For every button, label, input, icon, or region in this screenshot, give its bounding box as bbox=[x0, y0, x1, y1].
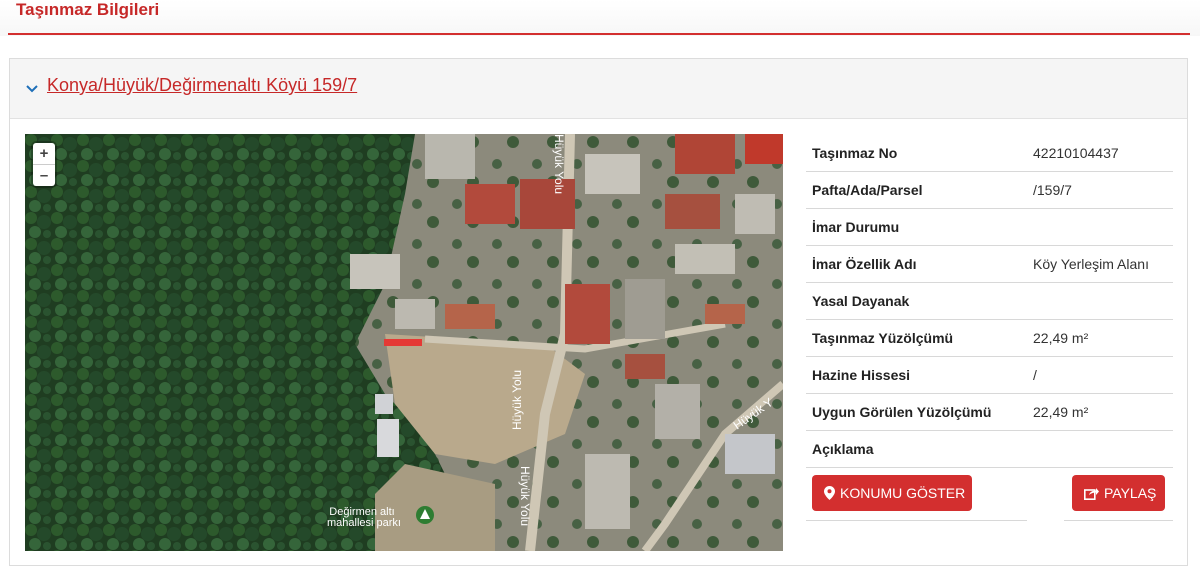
share-label: PAYLAŞ bbox=[1104, 485, 1157, 501]
info-row: Uygun Görülen Yüzölçümü 22,49 m² bbox=[806, 394, 1173, 431]
share-button[interactable]: PAYLAŞ bbox=[1072, 475, 1165, 511]
info-label: Hazine Hissesi bbox=[812, 367, 911, 383]
zoom-out-button[interactable]: – bbox=[33, 165, 55, 186]
info-row: Pafta/Ada/Parsel /159/7 bbox=[806, 172, 1173, 209]
info-label: Açıklama bbox=[812, 441, 874, 457]
share-icon bbox=[1084, 488, 1099, 500]
info-label: Yasal Dayanak bbox=[812, 293, 910, 309]
show-location-button[interactable]: KONUMU GÖSTER bbox=[812, 475, 972, 511]
divider bbox=[806, 520, 1027, 521]
info-label: İmar Özellik Adı bbox=[812, 256, 917, 272]
info-row: İmar Durumu bbox=[806, 209, 1173, 246]
info-value: / bbox=[1033, 367, 1037, 383]
info-label: Taşınmaz Yüzölçümü bbox=[812, 330, 954, 346]
info-label: Taşınmaz No bbox=[812, 145, 898, 161]
property-info-table: Taşınmaz No 42210104437 Pafta/Ada/Parsel… bbox=[806, 134, 1173, 521]
zoom-in-button[interactable]: + bbox=[33, 143, 55, 165]
info-value: Köy Yerleşim Alanı bbox=[1033, 256, 1149, 272]
info-row: Yasal Dayanak bbox=[806, 283, 1173, 320]
title-divider bbox=[8, 33, 1190, 35]
chevron-down-icon[interactable] bbox=[24, 80, 40, 96]
park-label: mahallesi parkı bbox=[327, 517, 401, 529]
map-marker-icon bbox=[824, 486, 835, 500]
info-value: 22,49 m² bbox=[1033, 404, 1089, 420]
info-row: Taşınmaz No 42210104437 bbox=[806, 134, 1173, 172]
panel-header[interactable]: Konya/Hüyük/Değirmenaltı Köyü 159/7 bbox=[10, 59, 1187, 119]
page-title: Taşınmaz Bilgileri bbox=[16, 0, 160, 19]
info-value: /159/7 bbox=[1033, 182, 1072, 198]
show-location-label: KONUMU GÖSTER bbox=[840, 485, 966, 501]
satellite-map[interactable]: Hüyük Yolu Hüyük Yolu Hüyük Yolu Hüyük Y… bbox=[25, 134, 783, 551]
info-value: 42210104437 bbox=[1033, 145, 1119, 161]
road-label: Hüyük Yolu bbox=[518, 466, 532, 526]
info-row: Açıklama bbox=[806, 431, 1173, 468]
info-value: 22,49 m² bbox=[1033, 330, 1089, 346]
info-row: Taşınmaz Yüzölçümü 22,49 m² bbox=[806, 320, 1173, 357]
page-header bbox=[0, 0, 1200, 36]
info-row: Hazine Hissesi / bbox=[806, 357, 1173, 394]
info-label: Pafta/Ada/Parsel bbox=[812, 182, 923, 198]
divider bbox=[1064, 520, 1173, 521]
property-title-link[interactable]: Konya/Hüyük/Değirmenaltı Köyü 159/7 bbox=[47, 75, 357, 96]
action-buttons: KONUMU GÖSTER PAYLAŞ bbox=[806, 468, 1173, 521]
info-label: Uygun Görülen Yüzölçümü bbox=[812, 404, 992, 420]
road-label: Hüyük Yolu bbox=[552, 134, 566, 194]
map-imagery[interactable]: Hüyük Yolu Hüyük Yolu Hüyük Yolu Hüyük Y… bbox=[25, 134, 783, 551]
info-label: İmar Durumu bbox=[812, 219, 900, 235]
zoom-control: + – bbox=[33, 143, 55, 186]
info-row: İmar Özellik Adı Köy Yerleşim Alanı bbox=[806, 246, 1173, 283]
road-label: Hüyük Yolu bbox=[510, 370, 524, 430]
